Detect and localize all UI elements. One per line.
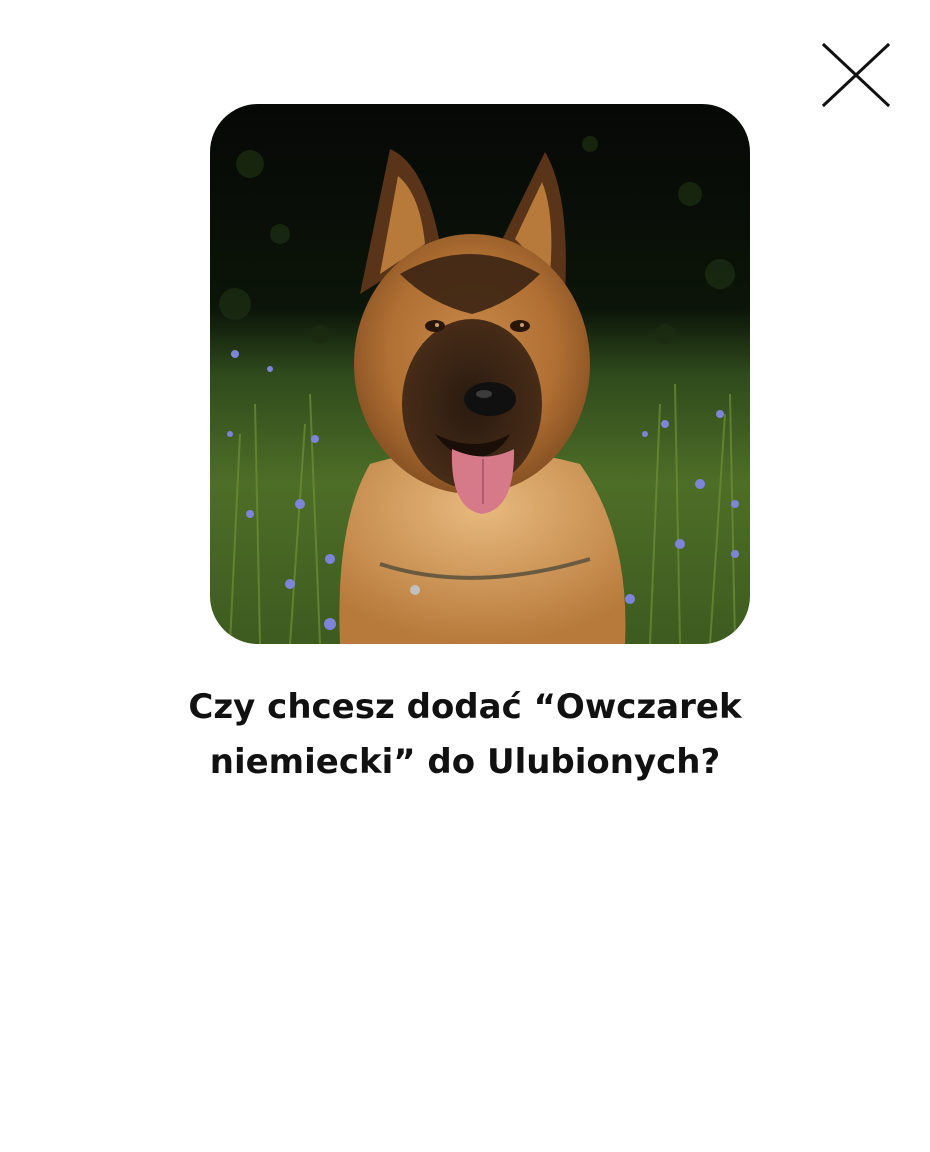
add-to-favorites-question: Czy chcesz dodać “Owczarek niemiecki” do… <box>188 687 742 782</box>
close-button[interactable] <box>818 40 894 112</box>
close-icon <box>821 42 891 108</box>
dog-photo <box>210 104 750 644</box>
